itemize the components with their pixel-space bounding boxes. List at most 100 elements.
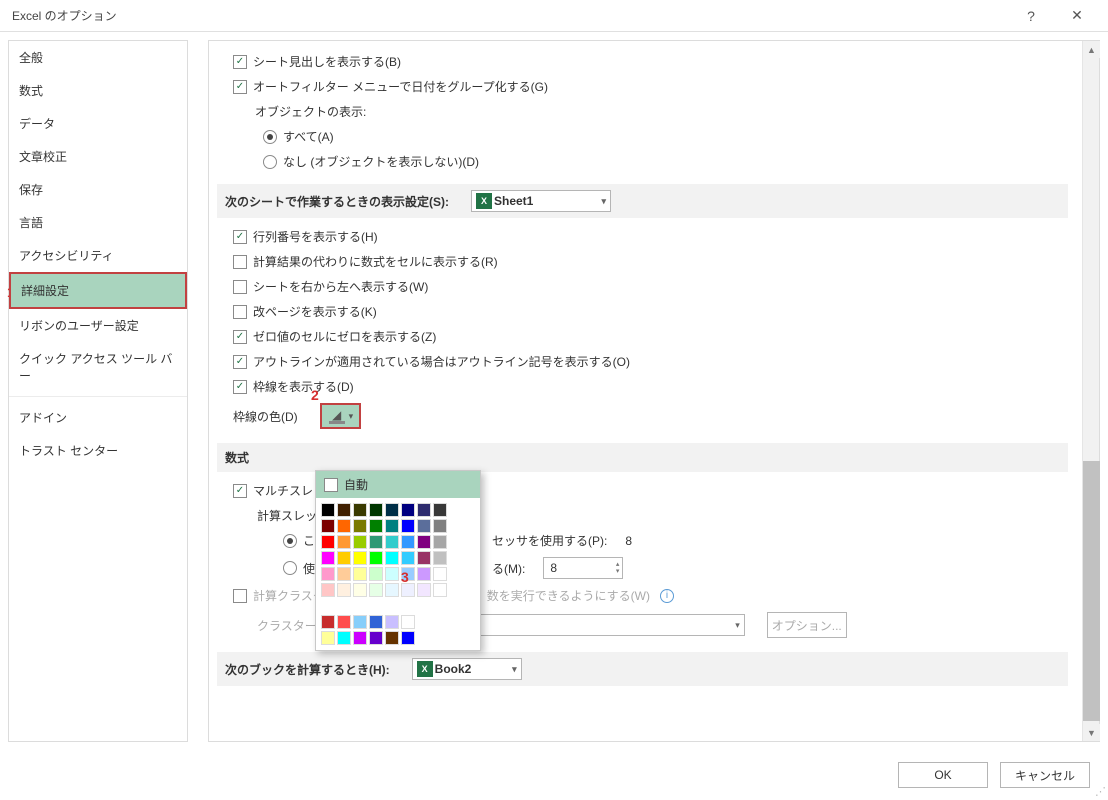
gridline-color-button[interactable]: ◢ ▾ xyxy=(320,403,362,429)
color-swatch[interactable] xyxy=(401,535,415,549)
color-swatch[interactable] xyxy=(401,503,415,517)
color-swatch[interactable] xyxy=(321,535,335,549)
color-swatch[interactable] xyxy=(337,535,351,549)
color-swatch[interactable] xyxy=(353,631,367,645)
color-swatch[interactable] xyxy=(337,567,351,581)
checkbox-zero-values[interactable] xyxy=(233,330,247,344)
spinner-thread-count[interactable]: 8 xyxy=(543,557,623,579)
color-swatch[interactable] xyxy=(321,567,335,581)
sidebar-item-accessibility[interactable]: アクセシビリティ xyxy=(9,239,187,272)
color-swatch[interactable] xyxy=(337,519,351,533)
color-swatch[interactable] xyxy=(321,519,335,533)
color-swatch[interactable] xyxy=(433,567,447,581)
color-swatch[interactable] xyxy=(321,615,335,629)
color-swatch[interactable] xyxy=(321,503,335,517)
color-swatch[interactable] xyxy=(417,535,431,549)
checkbox-multithread[interactable] xyxy=(233,484,247,498)
radio-objects-none[interactable] xyxy=(263,155,277,169)
color-swatch[interactable] xyxy=(433,551,447,565)
checkbox-gridlines[interactable] xyxy=(233,380,247,394)
color-swatch[interactable] xyxy=(369,615,383,629)
color-swatch[interactable] xyxy=(385,583,399,597)
sidebar-item-data[interactable]: データ xyxy=(9,107,187,140)
help-button[interactable]: ? xyxy=(1008,0,1054,32)
color-swatch[interactable] xyxy=(369,583,383,597)
color-swatch[interactable] xyxy=(337,503,351,517)
vertical-scrollbar[interactable]: ▲ ▼ xyxy=(1082,41,1099,741)
color-swatch[interactable] xyxy=(401,631,415,645)
color-swatch[interactable] xyxy=(433,519,447,533)
color-swatch[interactable] xyxy=(337,551,351,565)
checkbox-page-breaks[interactable] xyxy=(233,305,247,319)
radio-all-processors[interactable] xyxy=(283,534,297,548)
color-swatch[interactable] xyxy=(337,583,351,597)
dropdown-workbook-select[interactable]: X Book2 xyxy=(412,658,522,680)
color-swatch[interactable] xyxy=(417,551,431,565)
color-swatch[interactable] xyxy=(353,567,367,581)
color-swatch[interactable] xyxy=(321,583,335,597)
color-swatch[interactable] xyxy=(369,551,383,565)
color-swatch[interactable] xyxy=(385,519,399,533)
color-swatch[interactable] xyxy=(369,535,383,549)
color-swatch[interactable] xyxy=(353,503,367,517)
color-swatch[interactable] xyxy=(385,615,399,629)
sidebar-item-general[interactable]: 全般 xyxy=(9,41,187,74)
color-swatch[interactable] xyxy=(433,503,447,517)
color-swatch[interactable] xyxy=(321,551,335,565)
checkbox-outline-symbols[interactable] xyxy=(233,355,247,369)
ok-button[interactable]: OK xyxy=(898,762,988,788)
color-swatch[interactable] xyxy=(401,615,415,629)
sidebar-item-language[interactable]: 言語 xyxy=(9,206,187,239)
cancel-button[interactable]: キャンセル xyxy=(1000,762,1090,788)
info-icon[interactable]: i xyxy=(660,589,674,603)
color-swatch[interactable] xyxy=(385,631,399,645)
color-swatch[interactable] xyxy=(385,567,399,581)
color-swatch[interactable] xyxy=(417,519,431,533)
color-swatch[interactable] xyxy=(433,535,447,549)
color-swatch[interactable] xyxy=(369,567,383,581)
sidebar-item-advanced[interactable]: 詳細設定 xyxy=(9,272,187,309)
color-swatch[interactable] xyxy=(385,551,399,565)
color-swatch[interactable] xyxy=(337,615,351,629)
color-swatch[interactable] xyxy=(369,519,383,533)
color-swatch[interactable] xyxy=(353,519,367,533)
color-swatch[interactable] xyxy=(385,535,399,549)
radio-manual-threads[interactable] xyxy=(283,561,297,575)
color-swatch[interactable] xyxy=(417,567,431,581)
sidebar-item-formulas[interactable]: 数式 xyxy=(9,74,187,107)
resize-grip-icon[interactable]: ⋰ xyxy=(1095,785,1106,798)
checkbox-rtl[interactable] xyxy=(233,280,247,294)
sidebar-item-save[interactable]: 保存 xyxy=(9,173,187,206)
scroll-down-button[interactable]: ▼ xyxy=(1083,724,1100,741)
color-swatch[interactable] xyxy=(353,551,367,565)
color-swatch[interactable] xyxy=(417,503,431,517)
color-swatch[interactable] xyxy=(369,631,383,645)
scroll-up-button[interactable]: ▲ xyxy=(1083,41,1100,58)
color-swatch[interactable] xyxy=(353,615,367,629)
color-swatch[interactable] xyxy=(401,519,415,533)
color-swatch[interactable] xyxy=(433,583,447,597)
scroll-thumb[interactable] xyxy=(1083,461,1100,721)
checkbox-rowcol-headers[interactable] xyxy=(233,230,247,244)
sidebar-item-proofing[interactable]: 文章校正 xyxy=(9,140,187,173)
sidebar-item-trust[interactable]: トラスト センター xyxy=(9,434,187,467)
color-swatch[interactable] xyxy=(401,583,415,597)
color-swatch[interactable] xyxy=(321,631,335,645)
sidebar-item-addins[interactable]: アドイン xyxy=(9,401,187,434)
checkbox-autofilter-dates[interactable] xyxy=(233,80,247,94)
dropdown-sheet-select[interactable]: X Sheet1 xyxy=(471,190,611,212)
color-swatch[interactable] xyxy=(385,503,399,517)
sidebar-item-qat[interactable]: クイック アクセス ツール バー xyxy=(9,342,187,392)
color-swatch[interactable] xyxy=(369,503,383,517)
sidebar-item-ribbon[interactable]: リボンのユーザー設定 xyxy=(9,309,187,342)
color-swatch[interactable] xyxy=(353,535,367,549)
color-swatch[interactable] xyxy=(417,583,431,597)
close-button[interactable]: ✕ xyxy=(1054,0,1100,32)
color-swatch[interactable] xyxy=(337,631,351,645)
color-automatic-option[interactable]: 自動 xyxy=(316,471,480,498)
radio-objects-all[interactable] xyxy=(263,130,277,144)
color-swatch[interactable] xyxy=(401,551,415,565)
color-swatch[interactable] xyxy=(353,583,367,597)
checkbox-show-formulas[interactable] xyxy=(233,255,247,269)
checkbox-sheet-tabs[interactable] xyxy=(233,55,247,69)
